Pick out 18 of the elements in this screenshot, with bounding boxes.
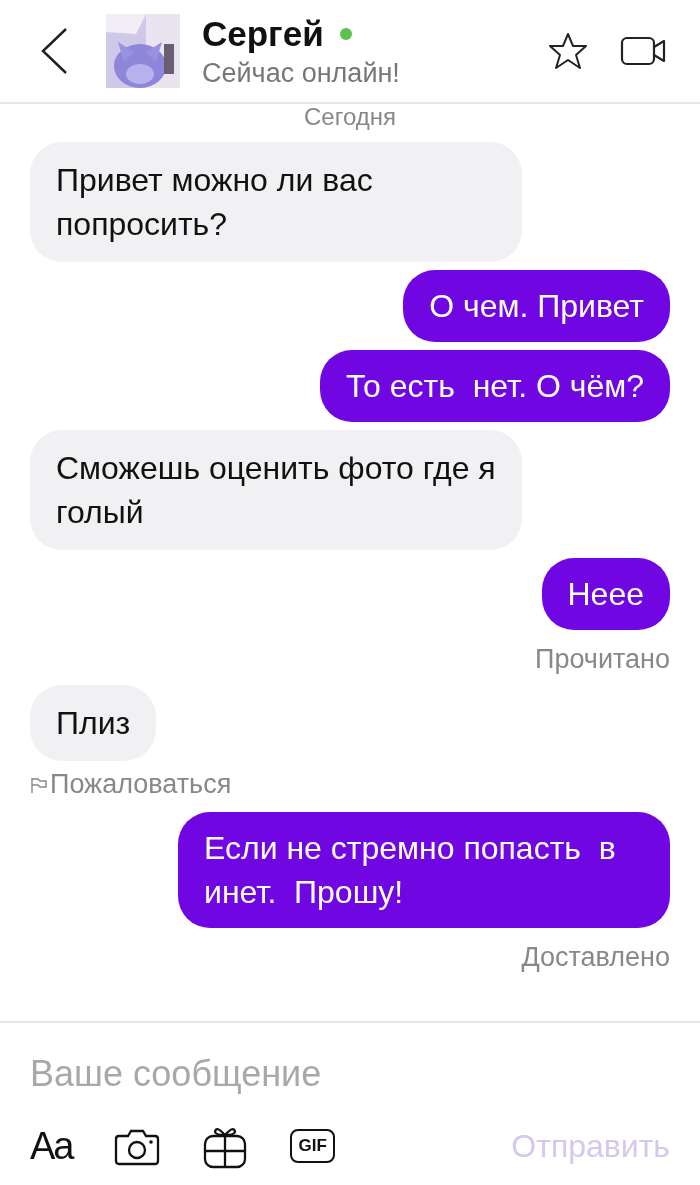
contact-name: Сергей xyxy=(202,13,324,54)
message-bubble: Привет можно ли вас попросить? xyxy=(30,142,522,262)
text-format-button[interactable]: Aa xyxy=(30,1124,73,1168)
report-link[interactable]: Пожаловаться xyxy=(50,769,232,800)
message-bubble: Сможешь оценить фото где я голый xyxy=(30,430,522,550)
gif-button[interactable]: GIF xyxy=(290,1129,335,1163)
contact-status: Сейчас онлайн! xyxy=(202,57,401,89)
message-bubble: То есть нет. О чём? xyxy=(320,350,670,422)
message-status: Доставлено xyxy=(521,942,670,973)
message-status: Прочитано xyxy=(535,644,670,675)
flag-icon[interactable] xyxy=(30,775,48,794)
star-icon[interactable] xyxy=(548,31,588,71)
date-label: Сегодня xyxy=(304,104,396,130)
message-bubble: Если не стремно попасть в инет. Прошу! xyxy=(178,812,670,928)
message-bubble: Плиз xyxy=(30,685,157,761)
message-bubble: Неее xyxy=(541,558,670,630)
back-icon[interactable] xyxy=(40,27,68,75)
message-bubble: О чем. Привет xyxy=(403,270,670,342)
